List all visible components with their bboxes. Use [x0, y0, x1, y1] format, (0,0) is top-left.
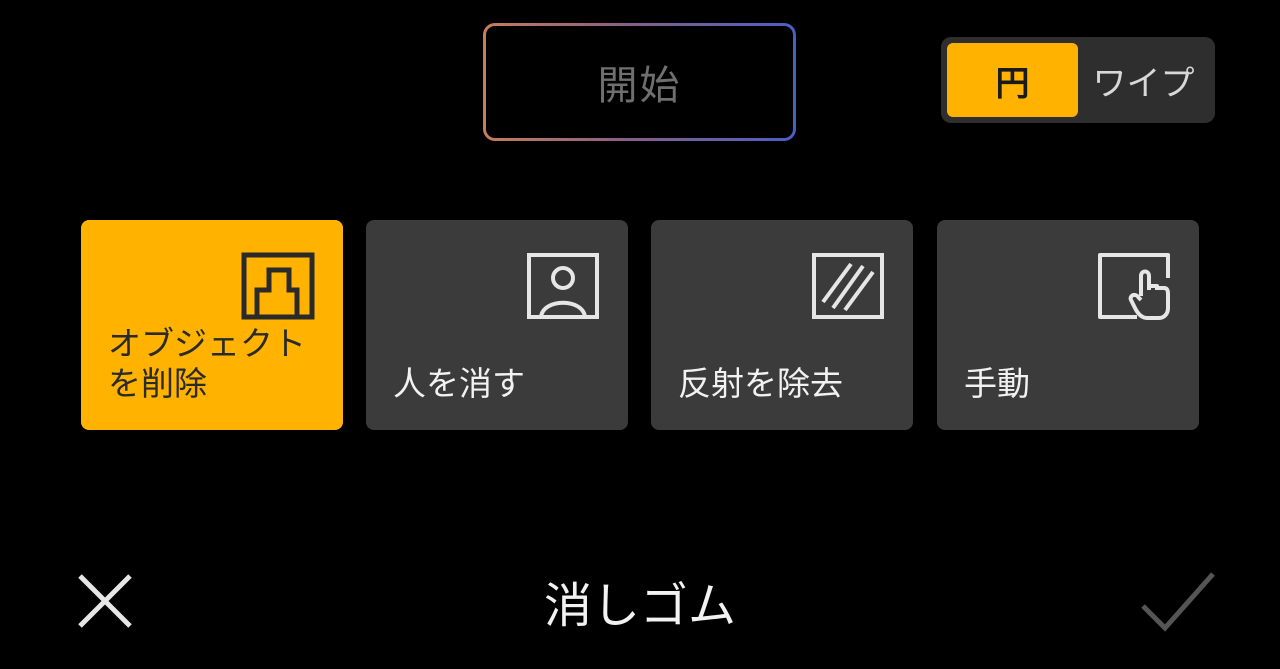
tool-label: 人を消す: [393, 364, 525, 403]
tool-manual[interactable]: 手動: [937, 220, 1199, 430]
tool-remove-reflection[interactable]: 反射を除去: [651, 220, 913, 430]
manual-hand-icon: [1097, 252, 1171, 320]
remove-object-icon: [241, 252, 315, 320]
tool-label: オブジェクト を削除: [108, 324, 306, 403]
mode-option-wipe[interactable]: ワイプ: [1078, 43, 1209, 117]
tool-remove-people[interactable]: 人を消す: [366, 220, 628, 430]
tool-label: 反射を除去: [678, 364, 843, 403]
page-title: 消しゴム: [543, 578, 736, 634]
start-button[interactable]: 開始: [483, 23, 796, 141]
close-icon: [78, 574, 132, 628]
check-icon: [1141, 572, 1215, 632]
close-button[interactable]: [70, 566, 140, 636]
mode-toggle: 円 ワイプ: [941, 37, 1215, 123]
confirm-button[interactable]: [1135, 566, 1219, 638]
mode-option-circle[interactable]: 円: [947, 43, 1078, 117]
start-button-label: 開始: [486, 26, 793, 138]
person-frame-icon: [526, 252, 600, 320]
tool-remove-object[interactable]: オブジェクト を削除: [81, 220, 343, 430]
tool-label: 手動: [964, 364, 1030, 403]
reflection-icon: [811, 252, 885, 320]
